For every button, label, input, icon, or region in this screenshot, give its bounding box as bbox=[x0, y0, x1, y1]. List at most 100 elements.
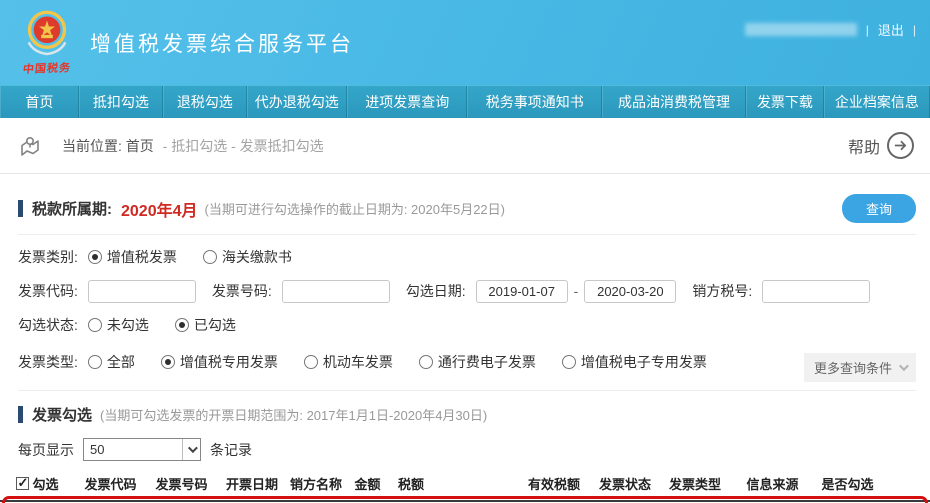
invoice-number-field: 发票号码: bbox=[211, 279, 390, 303]
app-title: 增值税发票综合服务平台 bbox=[90, 32, 354, 56]
app-header: 中国税务 增值税发票综合服务平台 | 退出 | bbox=[0, 0, 930, 85]
invoice-number-input[interactable] bbox=[281, 279, 390, 303]
help-arrow-icon bbox=[887, 132, 914, 159]
seller-tax-no-label: 销方税号: bbox=[692, 283, 753, 299]
check-date-from-input[interactable] bbox=[475, 279, 568, 303]
tax-period-label: 税款所属期: bbox=[32, 201, 112, 218]
radio-option-vat-electronic-special[interactable]: 增值税电子专用发票 bbox=[561, 352, 707, 372]
radio-label[interactable]: 增值税发票 bbox=[107, 247, 177, 267]
invoice-check-note: (当期可勾选发票的开票日期范围为: 2017年1月1日-2020年4月30日) bbox=[100, 408, 488, 423]
invoice-category-label: 发票类别: bbox=[18, 249, 78, 265]
header-check: 勾选 bbox=[0, 474, 75, 493]
page-size-row: 每页显示 50 条记录 bbox=[18, 438, 916, 461]
nav-item-invoice-download[interactable]: 发票下载 bbox=[746, 86, 824, 118]
tax-period-value: 2020年4月 bbox=[121, 202, 198, 220]
section-marker bbox=[18, 200, 23, 217]
redacted-company-name bbox=[744, 23, 857, 36]
invoice-table: 勾选 发票代码 发票号码 开票日期 销方名称 金额 税额 有效税额 发票状态 发… bbox=[0, 469, 930, 503]
radio-option-all[interactable]: 全部 bbox=[87, 352, 135, 372]
header-invoice-date: 开票日期 bbox=[225, 477, 278, 492]
check-date-label: 勾选日期: bbox=[405, 283, 466, 299]
radio-option-vat-invoice[interactable]: 增值税发票 bbox=[87, 247, 177, 267]
date-range-separator: - bbox=[573, 283, 579, 299]
breadcrumb-row: 当前位置: 首页 - 抵扣勾选 - 发票抵扣勾选 帮助 bbox=[0, 118, 930, 174]
content: 税款所属期: 2020年4月 (当期可进行勾选操作的截止日期为: 2020年5月… bbox=[0, 194, 930, 503]
header-source: 信息来源 bbox=[746, 477, 799, 492]
radio-label[interactable]: 增值税电子专用发票 bbox=[581, 352, 707, 372]
more-query-conditions-button[interactable]: 更多查询条件 bbox=[803, 353, 916, 382]
section-marker bbox=[18, 406, 23, 423]
nav-item-deduction-check[interactable]: 抵扣勾选 bbox=[78, 86, 164, 118]
radio-icon[interactable] bbox=[202, 250, 217, 264]
filter-invoice-type: 发票类型: 全部 增值税专用发票 机动车发票 通行费电子发票 增值税电子专用发票 bbox=[18, 347, 916, 382]
invoice-check-title: 发票勾选 bbox=[32, 407, 93, 424]
national-emblem-icon bbox=[27, 10, 67, 56]
nav-item-company-profile[interactable]: 企业档案信息 bbox=[823, 86, 930, 118]
header-separator: | bbox=[912, 22, 916, 37]
header-status: 发票状态 bbox=[598, 477, 651, 492]
page: 中国税务 增值税发票综合服务平台 | 退出 | 首页 抵扣勾选 退税勾选 代办退… bbox=[0, 0, 930, 503]
nav-item-oil-tax-mgmt[interactable]: 成品油消费税管理 bbox=[602, 86, 747, 118]
header-amount: 金额 bbox=[354, 477, 381, 492]
invoice-type-label: 发票类型: bbox=[18, 353, 78, 370]
filter-invoice-category: 发票类别: 增值税发票 海关缴款书 bbox=[18, 245, 916, 269]
radio-label[interactable]: 未勾选 bbox=[107, 315, 149, 335]
radio-option-customs-payment[interactable]: 海关缴款书 bbox=[202, 247, 292, 267]
radio-option-motor-vehicle[interactable]: 机动车发票 bbox=[303, 352, 393, 372]
nav-item-input-invoice-query[interactable]: 进项发票查询 bbox=[347, 86, 468, 118]
select-all-checkbox[interactable] bbox=[16, 475, 30, 491]
invoice-check-header: 发票勾选 (当期可勾选发票的开票日期范围为: 2017年1月1日-2020年4月… bbox=[18, 404, 916, 425]
nav-item-agent-refund-check[interactable]: 代办退税勾选 bbox=[246, 86, 348, 118]
invoice-code-input[interactable] bbox=[87, 279, 196, 303]
radio-label[interactable]: 已勾选 bbox=[194, 315, 236, 335]
invoice-number-label: 发票号码: bbox=[211, 283, 272, 299]
tax-period-section: 税款所属期: 2020年4月 (当期可进行勾选操作的截止日期为: 2020年5月… bbox=[18, 194, 916, 235]
seller-tax-no-input[interactable] bbox=[762, 279, 871, 303]
select-chevron-down-icon[interactable] bbox=[182, 439, 200, 460]
breadcrumb-trail: - 抵扣勾选 - 发票抵扣勾选 bbox=[162, 137, 324, 154]
header-invoice-code: 发票代码 bbox=[84, 477, 137, 492]
breadcrumb: 当前位置: 首页 - 抵扣勾选 - 发票抵扣勾选 bbox=[62, 136, 324, 156]
radio-label[interactable]: 通行费电子发票 bbox=[438, 352, 536, 372]
radio-icon[interactable] bbox=[418, 354, 433, 369]
header-is-checked: 是否勾选 bbox=[821, 477, 874, 492]
nav-item-refund-check[interactable]: 退税勾选 bbox=[163, 86, 247, 118]
main-nav: 首页 抵扣勾选 退税勾选 代办退税勾选 进项发票查询 税务事项通知书 成品油消费… bbox=[0, 85, 930, 118]
radio-icon[interactable] bbox=[160, 354, 175, 369]
radio-option-unchecked[interactable]: 未勾选 bbox=[87, 315, 149, 335]
radio-option-toll-electronic[interactable]: 通行费电子发票 bbox=[418, 352, 536, 372]
tax-period-note: (当期可进行勾选操作的截止日期为: 2020年5月22日) bbox=[204, 202, 506, 217]
radio-label[interactable]: 增值税专用发票 bbox=[180, 352, 278, 372]
check-date-to-input[interactable] bbox=[584, 279, 677, 303]
filter-check-status: 勾选状态: 未勾选 已勾选 bbox=[18, 313, 916, 337]
radio-icon[interactable] bbox=[174, 318, 189, 332]
header-separator: | bbox=[865, 22, 869, 37]
logo-text: 中国税务 bbox=[22, 62, 72, 76]
invoice-code-label: 发票代码: bbox=[18, 283, 78, 299]
header-type: 发票类型 bbox=[668, 477, 721, 492]
radio-option-vat-special[interactable]: 增值税专用发票 bbox=[160, 352, 278, 372]
radio-label[interactable]: 海关缴款书 bbox=[222, 247, 292, 267]
nav-item-tax-notice[interactable]: 税务事项通知书 bbox=[467, 86, 602, 118]
radio-icon[interactable] bbox=[87, 250, 102, 264]
radio-icon[interactable] bbox=[303, 354, 318, 369]
help-button[interactable]: 帮助 bbox=[848, 132, 914, 159]
chevron-down-icon bbox=[898, 361, 909, 372]
check-date-field: 勾选日期: - bbox=[405, 279, 677, 303]
location-pin-icon bbox=[18, 134, 42, 158]
header-tax: 税额 bbox=[397, 477, 424, 492]
radio-label[interactable]: 机动车发票 bbox=[323, 352, 393, 372]
query-button[interactable]: 查询 bbox=[841, 194, 916, 223]
radio-icon[interactable] bbox=[87, 318, 102, 332]
filter-text-fields: 发票代码: 发票号码: 勾选日期: - 销方税号: bbox=[18, 279, 916, 303]
radio-icon[interactable] bbox=[87, 354, 102, 369]
radio-icon[interactable] bbox=[561, 354, 576, 369]
page-size-suffix: 条记录 bbox=[210, 441, 252, 458]
nav-item-home[interactable]: 首页 bbox=[0, 86, 79, 118]
logout-link[interactable]: 退出 bbox=[878, 20, 904, 39]
header-invoice-number: 发票号码 bbox=[155, 477, 208, 492]
radio-option-checked[interactable]: 已勾选 bbox=[174, 315, 236, 335]
page-size-select[interactable]: 50 bbox=[83, 438, 201, 461]
help-label: 帮助 bbox=[847, 139, 880, 157]
radio-label[interactable]: 全部 bbox=[107, 352, 135, 372]
